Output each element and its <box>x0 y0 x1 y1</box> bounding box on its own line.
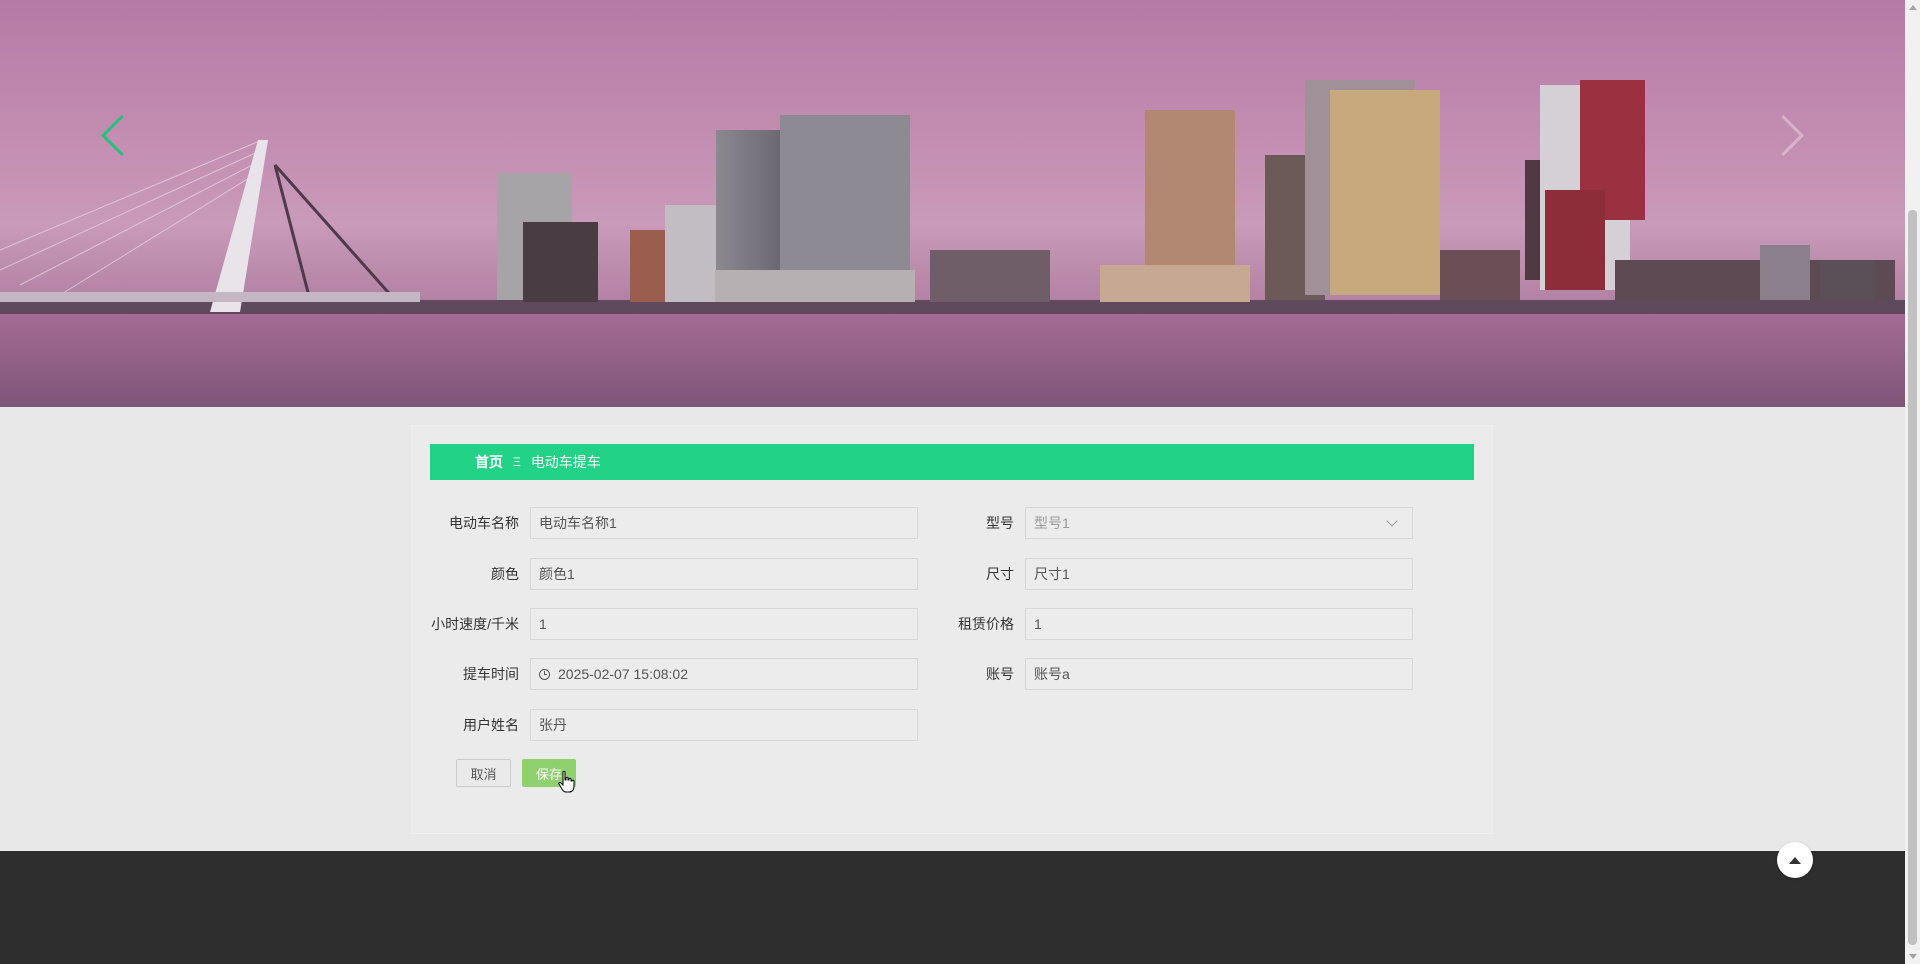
price-input[interactable]: 1 <box>1025 608 1413 640</box>
speed-input[interactable]: 1 <box>530 608 918 640</box>
scroll-up-arrow[interactable] <box>1905 0 1920 15</box>
clock-icon <box>539 668 550 680</box>
skyline-image <box>0 80 1905 407</box>
color-input[interactable]: 颜色1 <box>530 558 918 590</box>
field-pickup-time-label: 提车时间 <box>463 666 519 682</box>
form-panel: 首页 Ξ 电动车提车 电动车名称 电动车名称1 型号 型号1 颜色 颜色1 尺寸… <box>412 426 1492 833</box>
page-scrollbar[interactable] <box>1905 0 1920 964</box>
field-name: 电动车名称 电动车名称1 <box>430 506 918 540</box>
model-select[interactable]: 型号1 <box>1025 507 1413 539</box>
field-model: 型号 型号1 <box>925 506 1413 540</box>
breadcrumb-separator-icon: Ξ <box>513 455 521 469</box>
carousel-next-button[interactable] <box>1762 110 1808 160</box>
chevron-down-icon <box>1386 515 1398 527</box>
field-account-label: 账号 <box>986 666 1014 682</box>
field-username-label: 用户姓名 <box>463 717 519 733</box>
field-size-label: 尺寸 <box>986 566 1014 582</box>
field-color-label: 颜色 <box>491 566 519 582</box>
name-input[interactable]: 电动车名称1 <box>530 507 918 539</box>
hand-cursor-icon <box>558 771 575 793</box>
account-input[interactable]: 账号a <box>1025 658 1413 690</box>
main-content: 首页 Ξ 电动车提车 电动车名称 电动车名称1 型号 型号1 颜色 颜色1 尺寸… <box>0 407 1905 851</box>
field-color: 颜色 颜色1 <box>430 557 918 591</box>
caret-up-icon <box>1789 856 1801 864</box>
scroll-down-arrow[interactable] <box>1905 949 1920 964</box>
footer <box>0 851 1905 964</box>
field-account: 账号 账号a <box>925 657 1413 691</box>
field-price-label: 租赁价格 <box>958 616 1014 632</box>
breadcrumb: 首页 Ξ 电动车提车 <box>430 444 1474 480</box>
carousel-prev-button[interactable] <box>96 110 142 160</box>
breadcrumb-current: 电动车提车 <box>530 454 601 470</box>
back-to-top-button[interactable] <box>1777 842 1813 878</box>
field-pickup-time: 提车时间 2025-02-07 15:08:02 <box>430 657 918 691</box>
field-username: 用户姓名 张丹 <box>430 708 918 742</box>
field-name-label: 电动车名称 <box>449 515 519 531</box>
cancel-button[interactable]: 取消 <box>456 759 511 787</box>
banner-carousel <box>0 0 1905 407</box>
field-model-label: 型号 <box>986 515 1014 531</box>
field-price: 租赁价格 1 <box>925 607 1413 641</box>
scrollbar-thumb[interactable] <box>1908 210 1917 945</box>
triangle-up-icon <box>1908 5 1917 10</box>
size-input[interactable]: 尺寸1 <box>1025 558 1413 590</box>
field-size: 尺寸 尺寸1 <box>925 557 1413 591</box>
triangle-down-icon <box>1908 954 1917 959</box>
pickup-time-input[interactable]: 2025-02-07 15:08:02 <box>530 658 918 690</box>
pickup-time-value: 2025-02-07 15:08:02 <box>558 666 688 682</box>
username-input[interactable]: 张丹 <box>530 709 918 741</box>
model-select-value: 型号1 <box>1034 515 1070 531</box>
field-speed-label: 小时速度/千米 <box>431 616 519 632</box>
breadcrumb-home-link[interactable]: 首页 <box>475 452 503 472</box>
chevron-right-icon <box>1762 114 1804 156</box>
field-speed: 小时速度/千米 1 <box>430 607 918 641</box>
chevron-left-icon <box>100 114 142 156</box>
